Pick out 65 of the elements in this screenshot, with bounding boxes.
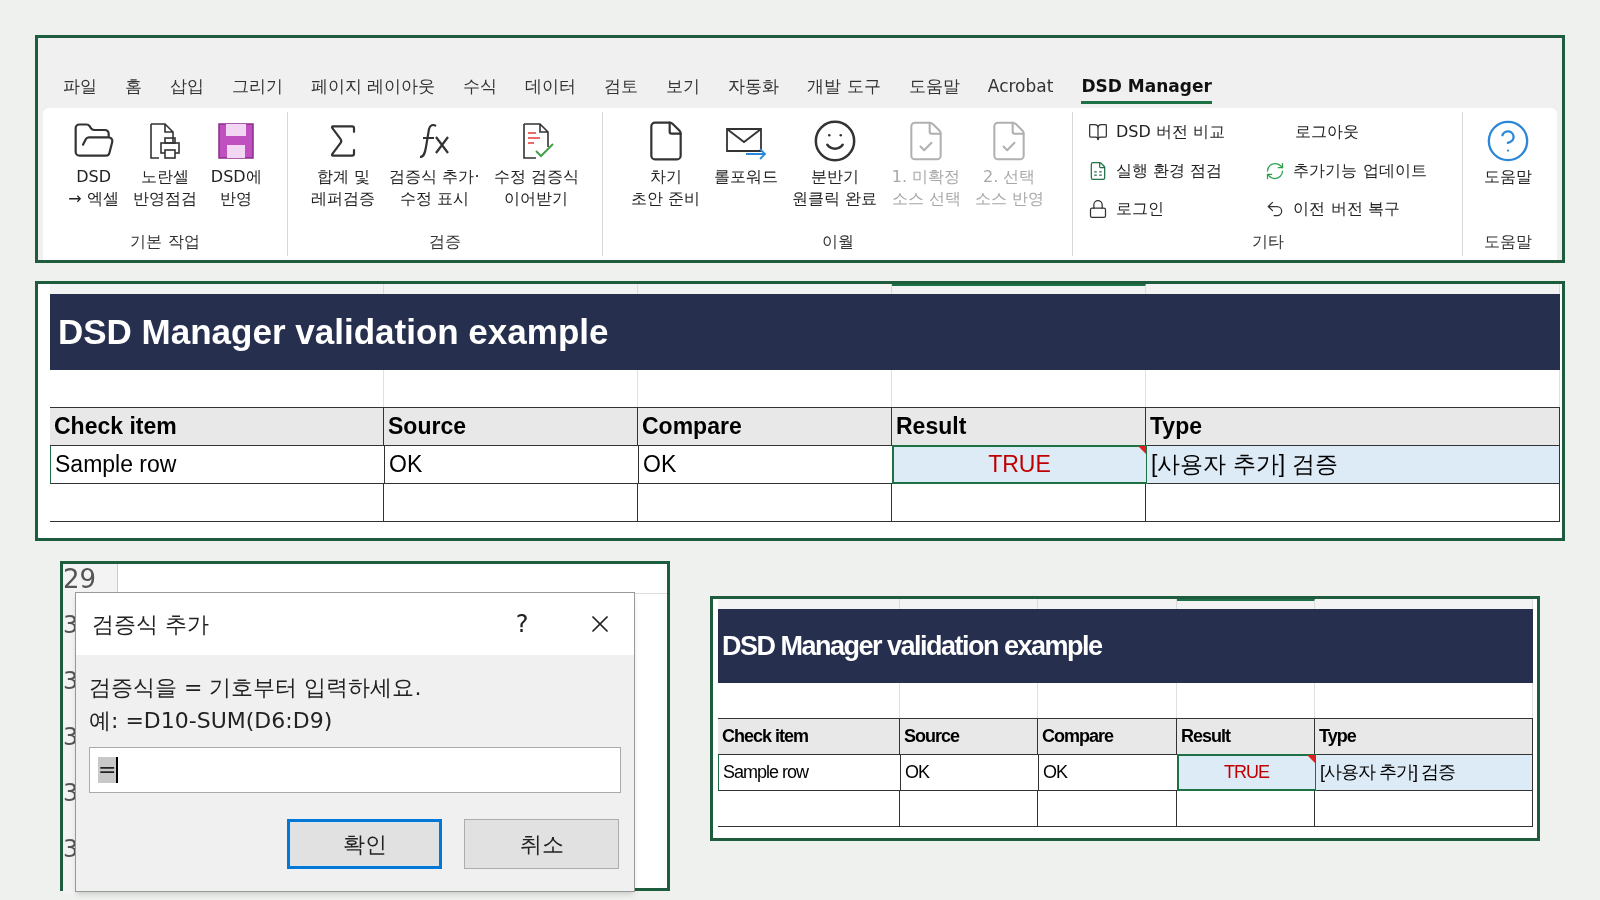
column-header: Source xyxy=(900,719,1038,754)
column-header: Compare xyxy=(1038,719,1177,754)
table-cell[interactable]: OK xyxy=(385,446,639,483)
help-icon xyxy=(1485,118,1531,164)
ribbon-tab[interactable]: 자동화 xyxy=(728,73,780,104)
ribbon-button[interactable]: 차기 초안 준비 xyxy=(625,112,707,230)
ribbon-tab[interactable]: 그리기 xyxy=(232,73,283,104)
ribbon-tab[interactable]: Acrobat xyxy=(987,73,1054,104)
column-header: Check item xyxy=(50,408,384,445)
lock-icon xyxy=(1088,199,1108,220)
ribbon-tab[interactable]: 홈 xyxy=(125,73,142,104)
group-label: 검증 xyxy=(429,231,461,253)
ribbon-button[interactable]: 로그아웃 xyxy=(1265,114,1447,150)
ribbon-tab[interactable]: DSD Manager xyxy=(1081,73,1212,104)
group-label: 도움말 xyxy=(1484,231,1532,253)
formula-input[interactable]: = xyxy=(89,747,621,793)
column-header: Compare xyxy=(638,408,892,445)
table-cell[interactable]: Sample row xyxy=(51,446,385,483)
column-header: Type xyxy=(1315,719,1533,754)
ribbon-tab[interactable]: 데이터 xyxy=(525,73,577,104)
ribbon-tab[interactable]: 개발 도구 xyxy=(807,73,881,104)
dialog-button[interactable]: 취소 xyxy=(464,819,619,869)
sheet-title: DSD Manager validation example xyxy=(50,294,1560,370)
book-icon xyxy=(1088,122,1108,142)
ribbon-tab[interactable]: 검토 xyxy=(604,73,639,104)
ribbon-button[interactable]: 합계 및 레퍼검증 xyxy=(305,112,382,230)
ribbon-button[interactable]: 도움말 xyxy=(1478,112,1538,230)
spreadsheet-icon xyxy=(1088,160,1108,181)
group-label: 기본 작업 xyxy=(130,231,200,253)
group-label: 이월 xyxy=(821,231,854,253)
table-cell[interactable]: TRUE xyxy=(893,446,1147,483)
ribbon-button[interactable]: 검증식 추가· 수정 표시 xyxy=(383,112,486,230)
column-header: Type xyxy=(1146,408,1560,445)
dialog-button[interactable]: 확인 xyxy=(287,819,442,869)
table-cell[interactable]: OK xyxy=(901,755,1039,790)
help-button[interactable]: ? xyxy=(502,606,542,642)
column-header: Check item xyxy=(718,719,900,754)
ribbon-button[interactable]: DSD → 엑셀 xyxy=(62,112,125,230)
sheet-title: DSD Manager validation example xyxy=(718,609,1533,683)
column-header: Source xyxy=(384,408,638,445)
row-number: 29 xyxy=(63,564,98,594)
ribbon-button[interactable]: DSD 버전 비교 xyxy=(1088,114,1246,150)
ribbon-button[interactable]: DSD에 반영 xyxy=(204,112,268,230)
ribbon-tab[interactable]: 도움말 xyxy=(908,73,960,104)
table-cell[interactable]: [사용자 추가] 검증 xyxy=(1147,446,1560,483)
refresh-icon xyxy=(1265,160,1286,181)
dialog-message: 검증식을 = 기호부터 입력하세요. 예: =D10-SUM(D6:D9) xyxy=(89,674,423,735)
ribbon-button[interactable]: 수정 검증식 이어받기 xyxy=(487,112,585,230)
ribbon-tab[interactable]: 파일 xyxy=(63,73,97,104)
table-cell[interactable]: TRUE xyxy=(1178,755,1316,790)
ribbon-tab[interactable]: 삽입 xyxy=(170,73,204,104)
ribbon-tab[interactable]: 페이지 레이아웃 xyxy=(311,73,436,104)
ribbon-button[interactable]: 분반기 원클릭 완료 xyxy=(786,112,884,230)
ribbon-button[interactable]: 이전 버전 복구 xyxy=(1265,191,1447,228)
ribbon-tab[interactable]: 수식 xyxy=(463,73,498,104)
table-cell[interactable]: [사용자 추가] 검증 xyxy=(1316,755,1533,790)
group-label: 기타 xyxy=(1251,231,1284,253)
dialog-title: 검증식 추가 xyxy=(92,610,210,639)
ribbon-button[interactable]: 실행 환경 점검 xyxy=(1088,152,1246,189)
ribbon-button[interactable]: 로그인 xyxy=(1088,191,1246,228)
ribbon-button[interactable]: 노란셀 반영점검 xyxy=(126,112,203,230)
table-cell[interactable]: Sample row xyxy=(719,755,901,790)
ribbon-tab[interactable]: 보기 xyxy=(666,73,701,104)
ribbon-button[interactable]: 추가기능 업데이트 xyxy=(1265,152,1447,189)
ribbon-button[interactable]: 롤포워드 xyxy=(708,112,785,230)
